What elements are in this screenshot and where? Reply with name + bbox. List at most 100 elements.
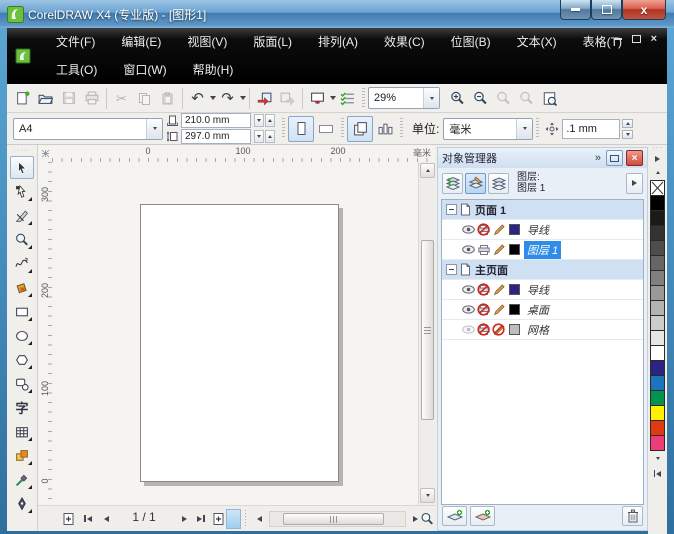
edit-toggle[interactable] (492, 223, 505, 236)
previous-page-button[interactable] (98, 510, 114, 527)
scroll-down-button[interactable] (420, 488, 435, 503)
palette-expand-button[interactable] (650, 467, 665, 480)
print-toggle[interactable] (477, 283, 490, 296)
paper-height-field[interactable]: 297.0 mm (181, 129, 251, 144)
edit-toggle[interactable] (492, 283, 505, 296)
palette-swatch[interactable] (650, 225, 665, 241)
print-toggle[interactable] (477, 303, 490, 316)
palette-swatch[interactable] (650, 240, 665, 256)
scroll-left-button[interactable] (251, 510, 267, 527)
rectangle-tool-button[interactable] (10, 300, 34, 323)
new-layer-button[interactable] (442, 506, 467, 526)
layer-row-layer1[interactable]: 图层 1 (442, 240, 643, 260)
application-launcher-button[interactable] (306, 87, 329, 110)
no-color-swatch[interactable] (650, 180, 665, 196)
page-drawing-area[interactable] (140, 204, 339, 482)
interactive-blend-tool-button[interactable] (10, 444, 34, 467)
print-toggle[interactable] (477, 223, 490, 236)
vertical-scrollbar[interactable] (418, 162, 435, 505)
doc-close-icon[interactable]: × (651, 34, 657, 45)
shape-tool-button[interactable] (10, 180, 34, 203)
spin-down-button[interactable] (254, 130, 264, 143)
layer-color-swatch[interactable] (509, 324, 520, 335)
spin-up-button[interactable] (622, 118, 634, 128)
polygon-tool-button[interactable] (10, 348, 34, 371)
scroll-up-button[interactable] (420, 163, 435, 178)
palette-swatch[interactable] (650, 360, 665, 376)
docker-collapse-button[interactable] (606, 150, 623, 166)
menu-edit[interactable]: 编辑(E) (108, 31, 174, 53)
menu-tools[interactable]: 工具(O) (43, 59, 110, 81)
docker-close-button[interactable]: × (626, 150, 643, 166)
layer-row-desktop[interactable]: 桌面 (442, 300, 643, 320)
docker-expand-icon[interactable]: » (595, 152, 601, 164)
title-bar[interactable]: CorelDRAW X4 (专业版) - [图形1] x (0, 0, 674, 29)
palette-swatch[interactable] (650, 270, 665, 286)
palette-scroll-down-button[interactable] (650, 452, 665, 465)
undo-button[interactable]: ↶ (186, 87, 209, 110)
palette-scroll-up-button[interactable] (650, 166, 665, 179)
master-page-group-row[interactable]: 主页面 (442, 260, 643, 280)
edit-toggle[interactable] (492, 323, 505, 336)
paper-width-spinner[interactable] (254, 114, 275, 127)
vertical-scrollbar-thumb[interactable] (421, 240, 434, 420)
edit-toggle[interactable] (492, 243, 505, 256)
menu-effects[interactable]: 效果(C) (371, 31, 438, 53)
nudge-offset-field[interactable]: .1 mm (562, 118, 621, 139)
horizontal-scrollbar[interactable] (269, 511, 406, 527)
zoom-in-button[interactable] (446, 87, 469, 110)
edit-toggle[interactable] (492, 303, 505, 316)
zoom-out-button[interactable] (469, 87, 492, 110)
layer-name[interactable]: 网格 (524, 321, 552, 339)
palette-swatch[interactable] (650, 420, 665, 436)
layer-manager-view-button[interactable] (488, 172, 509, 194)
add-page-button[interactable] (210, 510, 226, 527)
layer-color-swatch[interactable] (509, 304, 520, 315)
horizontal-scrollbar-thumb[interactable] (283, 513, 384, 525)
units-combo[interactable]: 毫米 (443, 117, 534, 140)
menu-arrange[interactable]: 排列(A) (305, 31, 371, 53)
palette-swatch[interactable] (650, 375, 665, 391)
menu-help[interactable]: 帮助(H) (180, 59, 247, 81)
add-page-button[interactable] (60, 510, 76, 527)
minimize-button[interactable] (560, 0, 591, 20)
layer-color-swatch[interactable] (509, 224, 520, 235)
portrait-button[interactable] (288, 115, 314, 142)
menu-file[interactable]: 文件(F) (43, 31, 108, 53)
layer-name[interactable]: 导线 (524, 281, 552, 299)
menu-layout[interactable]: 版面(L) (240, 31, 305, 53)
zoom-level-combo[interactable]: 29% (368, 87, 440, 109)
spin-up-button[interactable] (265, 114, 275, 127)
last-page-button[interactable] (193, 510, 209, 527)
palette-flyout-button[interactable] (650, 152, 665, 165)
spin-up-button[interactable] (265, 130, 275, 143)
document-icon[interactable] (15, 48, 31, 64)
crop-tool-button[interactable] (10, 204, 34, 227)
doc-minimize-icon[interactable] (613, 38, 622, 40)
palette-swatch[interactable] (650, 255, 665, 271)
horizontal-ruler[interactable]: 0 100 200 毫米 (52, 145, 435, 163)
table-tool-button[interactable] (10, 420, 34, 443)
new-master-layer-button[interactable] (470, 506, 495, 526)
freehand-tool-button[interactable] (10, 252, 34, 275)
palette-swatch[interactable] (650, 210, 665, 226)
restore-button[interactable] (591, 0, 622, 20)
print-toggle[interactable] (477, 323, 490, 336)
palette-swatch[interactable] (650, 195, 665, 211)
visibility-toggle[interactable] (462, 243, 475, 256)
layer-name[interactable]: 图层 1 (524, 240, 562, 259)
paper-height-spinner[interactable] (254, 130, 275, 143)
visibility-toggle[interactable] (462, 303, 475, 316)
ruler-origin[interactable] (38, 145, 53, 163)
smart-fill-tool-button[interactable] (10, 276, 34, 299)
vertical-ruler[interactable]: 300 200 100 0 (38, 162, 53, 505)
layer-row-guides[interactable]: 导线 (442, 220, 643, 240)
visibility-toggle[interactable] (462, 223, 475, 236)
toolbox-grip[interactable]: ····· (14, 147, 31, 155)
menu-bitmaps[interactable]: 位图(B) (438, 31, 504, 53)
page-size-combo[interactable]: A4 (13, 117, 163, 140)
page-group-row[interactable]: 页面 1 (442, 200, 643, 220)
palette-swatch[interactable] (650, 300, 665, 316)
layer-name[interactable]: 导线 (524, 221, 552, 239)
collapse-minus-icon[interactable] (446, 264, 457, 275)
